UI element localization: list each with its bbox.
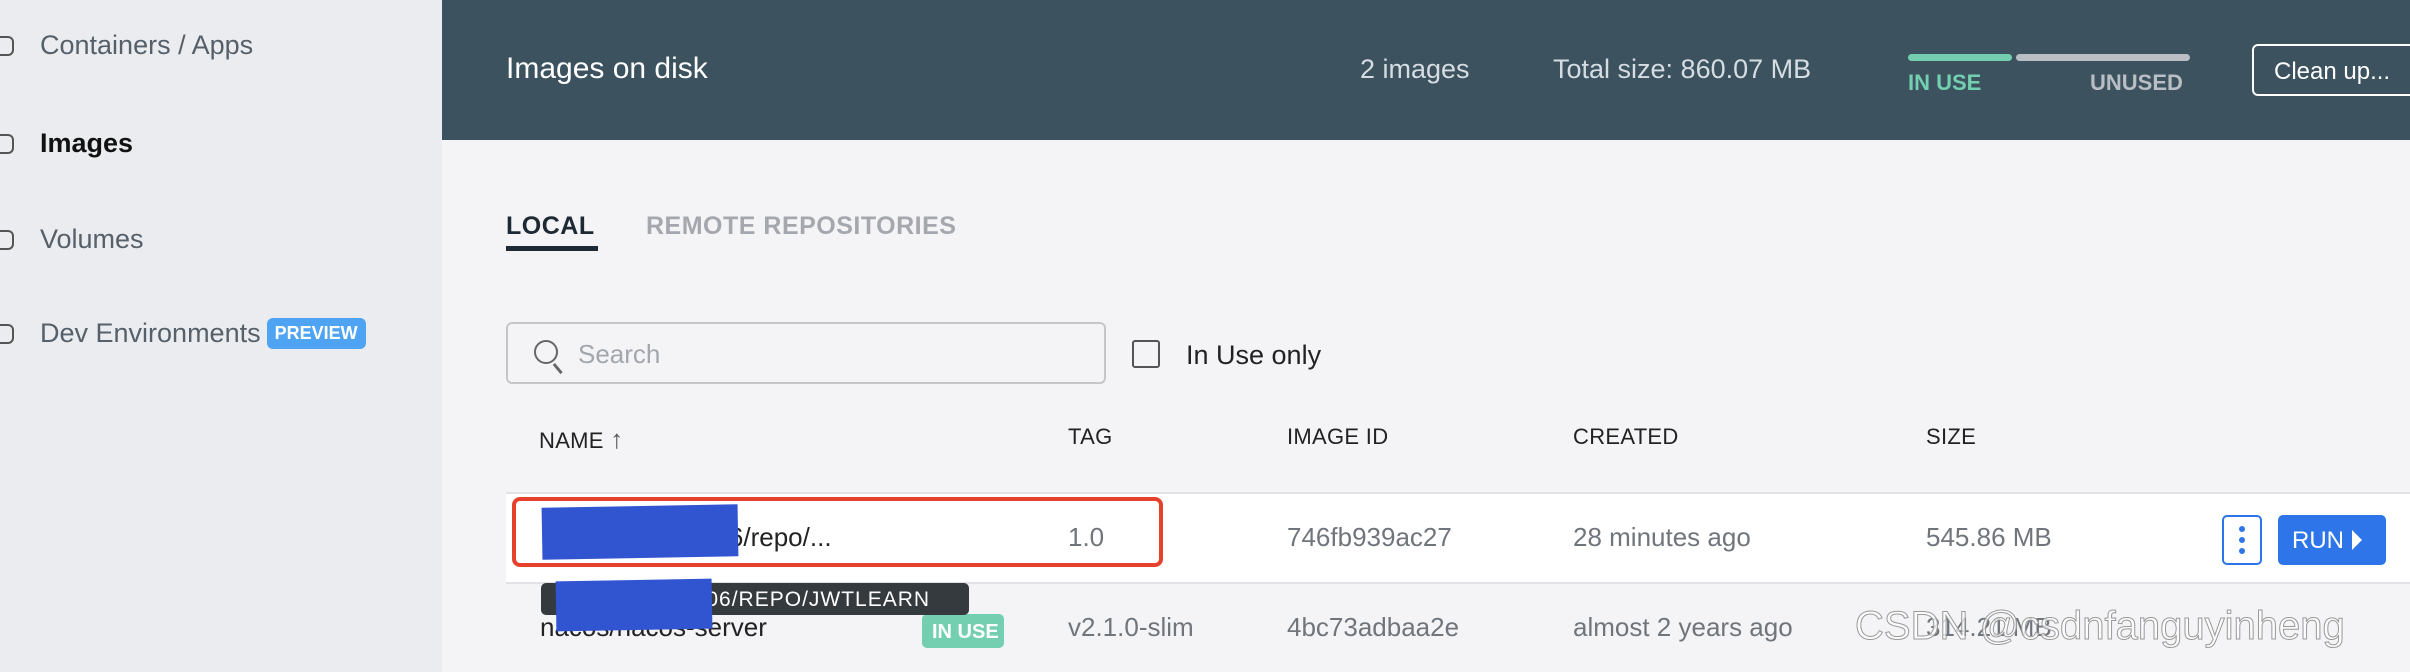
image-tag: v2.1.0-slim [1068,612,1194,642]
image-size: 545.86 MB [1926,522,2052,552]
image-id: 4bc73adbaa2e [1287,612,1460,642]
unused-label: UNUSED [2090,70,2183,95]
sidebar-item-label: Images [40,128,134,158]
kebab-menu-icon [2239,526,2245,532]
image-count: 2 images [1360,54,1470,84]
page-header: Images on disk 2 images Total size: 860.… [442,0,2410,140]
column-header-size[interactable]: SIZE [1926,424,1976,450]
image-created: 28 minutes ago [1573,522,1751,552]
tab-local[interactable]: LOCAL [506,212,595,241]
unused-bar [2016,54,2190,61]
in-use-only-label: In Use only [1186,340,1322,370]
dev-env-icon [0,323,14,344]
search-field[interactable] [506,322,1106,384]
sidebar-item-label: Volumes [40,224,144,254]
sidebar-item-volumes[interactable]: Volumes [0,224,144,255]
search-input[interactable] [578,336,1078,372]
sidebar-item-dev-environments[interactable]: Dev Environments PREVIEW [0,318,366,349]
column-header-tag[interactable]: TAG [1068,424,1113,450]
column-header-name[interactable]: NAME ↑ [539,424,624,455]
sidebar-item-label: Containers / Apps [40,30,254,60]
in-use-only-checkbox[interactable] [1132,340,1160,368]
container-icon [0,35,14,56]
active-tab-indicator [506,246,598,251]
page-title: Images on disk [506,52,708,85]
sidebar: Containers / Apps Images Volumes Dev Env… [0,0,442,672]
tab-remote-repositories[interactable]: REMOTE REPOSITORIES [646,212,956,241]
redaction-mark [555,578,713,632]
preview-badge: PREVIEW [266,318,366,349]
in-use-label: IN USE [1908,70,1982,95]
play-icon [2352,530,2362,550]
in-use-badge: IN USE [922,614,1004,648]
image-id: 746fb939ac27 [1287,522,1452,552]
total-size: Total size: 860.07 MB [1553,54,1812,84]
column-header-image-id[interactable]: IMAGE ID [1287,424,1388,450]
sidebar-item-containers[interactable]: Containers / Apps [0,30,253,61]
redaction-mark [541,504,739,560]
search-icon [534,340,558,364]
run-button[interactable]: RUN [2278,515,2386,565]
image-created: almost 2 years ago [1573,612,1793,642]
cloud-icon [0,133,14,154]
in-use-bar [1908,54,2012,61]
sidebar-item-label: Dev Environments [40,318,261,348]
more-options-button[interactable] [2222,515,2262,565]
watermark: CSDN @csdnfanguyinheng [1855,604,2346,649]
sidebar-item-images[interactable]: Images [0,128,133,159]
volume-icon [0,229,14,250]
sort-ascending-icon: ↑ [610,424,624,454]
column-header-created[interactable]: CREATED [1573,424,1679,450]
clean-up-button[interactable]: Clean up... [2252,44,2410,96]
